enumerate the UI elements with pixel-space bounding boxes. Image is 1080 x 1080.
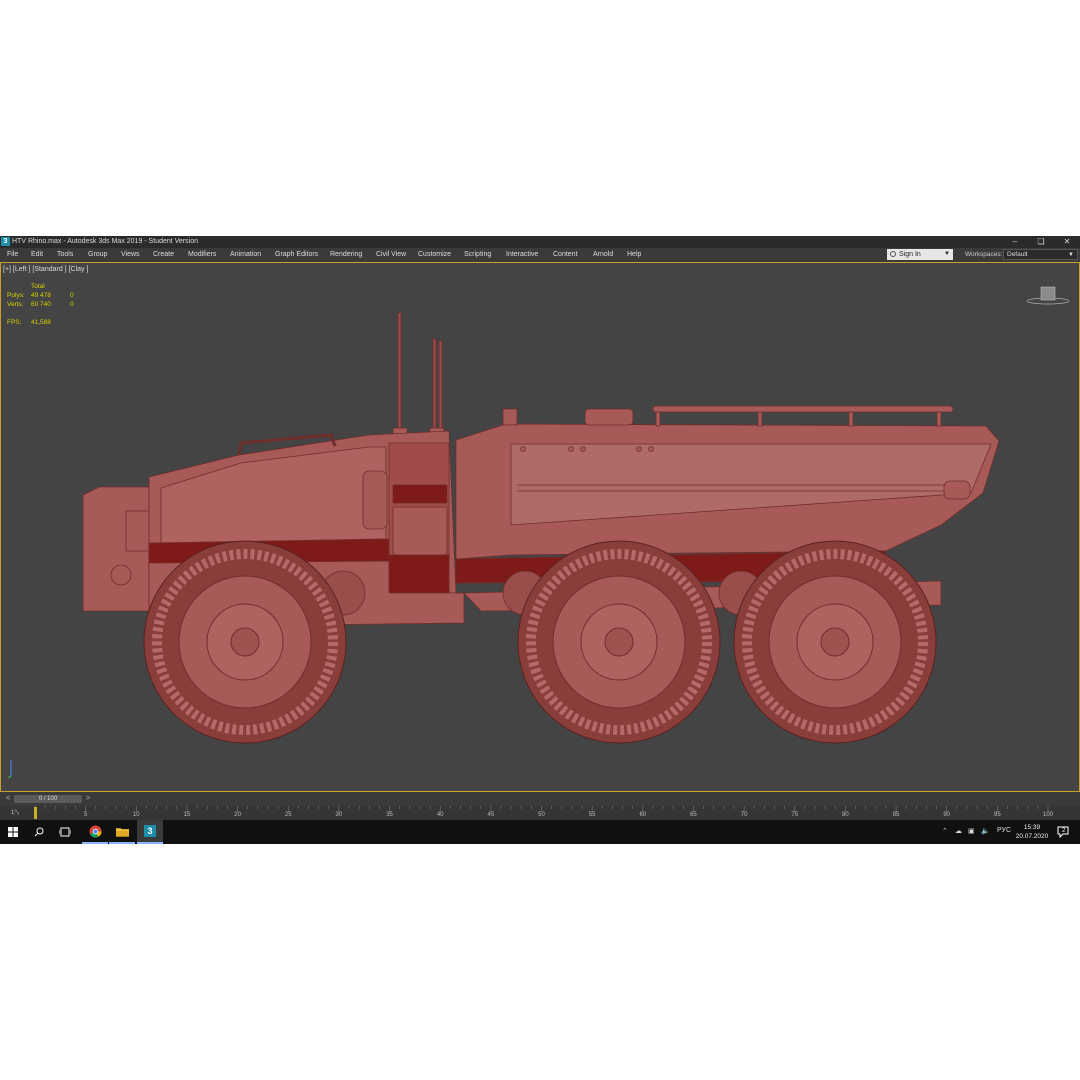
minimize-icon[interactable]: – <box>1002 236 1028 248</box>
menu-create[interactable]: Create <box>153 251 174 258</box>
tray-chevron-icon[interactable]: ⌃ <box>942 827 948 835</box>
menu-interactive[interactable]: Interactive <box>506 251 538 258</box>
wheel-middle <box>517 540 721 744</box>
wheel-front <box>143 540 347 744</box>
windows-start-icon[interactable] <box>0 820 26 844</box>
menu-tools[interactable]: Tools <box>57 251 73 258</box>
wheel-rear <box>733 540 937 744</box>
htv-rhino-model[interactable] <box>1 263 1079 791</box>
time-slider-bar: < 0 / 100 > <box>0 792 1080 806</box>
chrome-icon[interactable] <box>82 820 108 844</box>
close-icon[interactable]: ✕ <box>1054 236 1080 248</box>
track-tick-label: 5 <box>83 812 88 818</box>
left-viewport[interactable]: [+] [Left ] [Standard ] [Clay ] Total Po… <box>0 262 1080 792</box>
sign-in-dropdown[interactable]: Sign In ▼ <box>887 249 953 260</box>
menu-scripting[interactable]: Scripting <box>464 251 491 258</box>
window-title: HTV Rhino.max - Autodesk 3ds Max 2019 - … <box>12 238 198 245</box>
track-tick-label: 75 <box>791 812 799 818</box>
track-tick-label: 40 <box>436 812 444 818</box>
notification-count: 2 <box>1062 828 1066 834</box>
track-bar[interactable]: 1⁰₀ 5 10 15 20 25 30 35 40 45 50 55 60 65 70 75 80 85 90 9… <box>0 806 1080 820</box>
menu-views[interactable]: Views <box>121 251 140 258</box>
track-tick-label: 30 <box>335 812 343 818</box>
restore-icon[interactable]: ❏ <box>1028 236 1054 248</box>
track-tick-label: 10 <box>132 812 140 818</box>
menu-help[interactable]: Help <box>627 251 641 258</box>
notification-icon[interactable]: 2 <box>1057 825 1069 839</box>
clock-time: 15:39 <box>1023 824 1041 831</box>
language-indicator[interactable]: РУС <box>997 827 1011 834</box>
user-icon <box>890 251 896 257</box>
track-tick-label: 95 <box>994 812 1001 818</box>
menu-graph-editors[interactable]: Graph Editors <box>275 251 318 258</box>
prev-frame-icon[interactable]: < <box>4 795 12 803</box>
track-tick-label: 85 <box>892 812 900 818</box>
menu-group[interactable]: Group <box>88 251 107 258</box>
windows-taskbar: 3 ⌃ ☁ ▣ 🔈 РУС 15:39 20.07.2020 2 <box>0 820 1080 844</box>
time-slider[interactable]: 0 / 100 <box>14 795 82 803</box>
track-tick-label: 90 <box>943 812 951 818</box>
menu-customize[interactable]: Customize <box>418 251 451 258</box>
track-tick-label: 55 <box>588 812 596 818</box>
menu-rendering[interactable]: Rendering <box>330 251 362 258</box>
track-tick-label: 15 <box>183 812 191 818</box>
menu-modifiers[interactable]: Modifiers <box>188 251 216 258</box>
app-icon: 3 <box>1 237 10 246</box>
menu-file[interactable]: File <box>7 251 18 258</box>
volume-icon[interactable]: 🔈 <box>981 827 990 835</box>
menu-arnold[interactable]: Arnold <box>593 251 613 258</box>
track-tick-label: 35 <box>386 812 393 818</box>
clock[interactable]: 15:39 20.07.2020 <box>1012 823 1052 841</box>
track-tick-label: 100 <box>1042 812 1054 818</box>
file-explorer-icon[interactable] <box>109 820 135 844</box>
menu-civil-view[interactable]: Civil View <box>376 251 406 258</box>
sign-in-label: Sign In <box>899 251 921 258</box>
onedrive-icon[interactable]: ☁ <box>955 827 962 835</box>
clock-date: 20.07.2020 <box>1015 833 1049 840</box>
chevron-down-icon: ▼ <box>1068 252 1074 258</box>
menu-animation[interactable]: Animation <box>230 251 261 258</box>
track-tick-label: 20 <box>234 812 241 818</box>
menu-edit[interactable]: Edit <box>31 251 43 258</box>
search-icon[interactable] <box>26 820 52 844</box>
track-tick-label: 80 <box>842 812 849 818</box>
task-view-icon[interactable] <box>52 820 78 844</box>
workspaces-label: Workspaces: <box>965 251 1003 258</box>
track-tick-label: 50 <box>538 812 545 818</box>
3ds-max-icon[interactable]: 3 <box>137 820 163 844</box>
menu-content[interactable]: Content <box>553 251 578 258</box>
track-tick-label: 70 <box>740 812 748 818</box>
workspaces-dropdown[interactable]: Default ▼ <box>1003 249 1078 260</box>
network-icon[interactable]: ▣ <box>968 827 975 835</box>
track-tick-label: 65 <box>690 812 697 818</box>
track-tick-label: 25 <box>284 812 292 818</box>
workspaces-value: Default <box>1007 251 1028 258</box>
title-bar: 3 HTV Rhino.max - Autodesk 3ds Max 2019 … <box>0 236 1080 248</box>
next-frame-icon[interactable]: > <box>84 795 92 803</box>
3ds-max-window: 3 HTV Rhino.max - Autodesk 3ds Max 2019 … <box>0 236 1080 844</box>
track-tick-label: 45 <box>487 812 495 818</box>
chevron-down-icon: ▼ <box>944 251 950 257</box>
axis-gizmo-icon <box>7 760 12 778</box>
track-tick-label: 60 <box>639 812 647 818</box>
